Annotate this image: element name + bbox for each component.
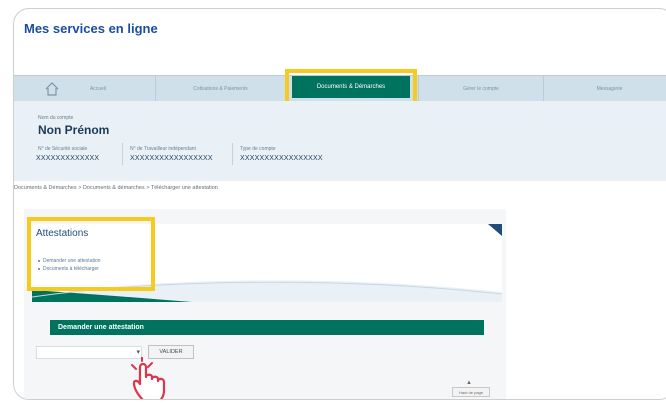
link-documents-telecharger[interactable]: Documents à télécharger — [38, 266, 99, 272]
link-label: Documents à télécharger — [43, 266, 99, 272]
account-type-label: Type de compte — [240, 146, 276, 152]
account-panel — [14, 101, 666, 181]
home-icon — [45, 82, 59, 96]
attestations-title: Attestations — [36, 228, 89, 239]
ti-number-value: XXXXXXXXXXXXXXXXX — [130, 155, 213, 162]
chevron-down-icon: ▾ — [136, 349, 140, 356]
site-title: Mes services en ligne — [24, 21, 158, 36]
nav-label: Gérer le compte — [463, 86, 499, 92]
link-label: Demander une attestation — [43, 258, 101, 264]
arrow-up-icon: ▲ — [466, 380, 472, 386]
nav-item-cotisations[interactable]: Cotisations & Paiements — [155, 76, 285, 102]
back-to-top-button[interactable]: Haut de page — [452, 387, 490, 397]
card-corner-decoration — [488, 224, 502, 236]
divider — [232, 143, 233, 165]
ti-number-label: N° de Travailleur indépendant — [130, 146, 196, 152]
nav-item-messagerie[interactable]: Messagerie — [543, 76, 666, 102]
browser-frame: Mes services en ligne Accueil Cotisation… — [13, 8, 666, 400]
account-name: Non Prénom — [38, 123, 110, 137]
nav-label: Messagerie — [596, 86, 623, 92]
attestation-type-select[interactable]: ▾ — [36, 346, 142, 359]
ssn-value: XXXXXXXXXXXXX — [36, 155, 100, 162]
account-type-value: XXXXXXXXXXXXXXXXX — [240, 155, 323, 162]
link-demander-attestation[interactable]: Demander une attestation — [38, 258, 101, 264]
bullet — [38, 259, 40, 262]
demander-attestation-header: Demander une attestation — [50, 320, 484, 335]
nav-item-accueil[interactable]: Accueil — [14, 76, 154, 102]
ssn-label: N° de Sécurité sociale — [38, 146, 88, 152]
nav-item-gerer-compte[interactable]: Gérer le compte — [418, 76, 543, 102]
pointer-hand-icon — [131, 357, 166, 399]
bullet — [38, 267, 40, 270]
nav-label: Cotisations & Paiements — [193, 86, 248, 92]
divider — [122, 143, 123, 165]
breadcrumb: Documents & Démarches > Documents & déma… — [14, 185, 218, 191]
nav-item-documents-demarches[interactable]: Documents & Démarches — [292, 76, 410, 98]
account-name-label: Nom du compte — [38, 115, 74, 121]
nav-label: Accueil — [89, 86, 107, 92]
